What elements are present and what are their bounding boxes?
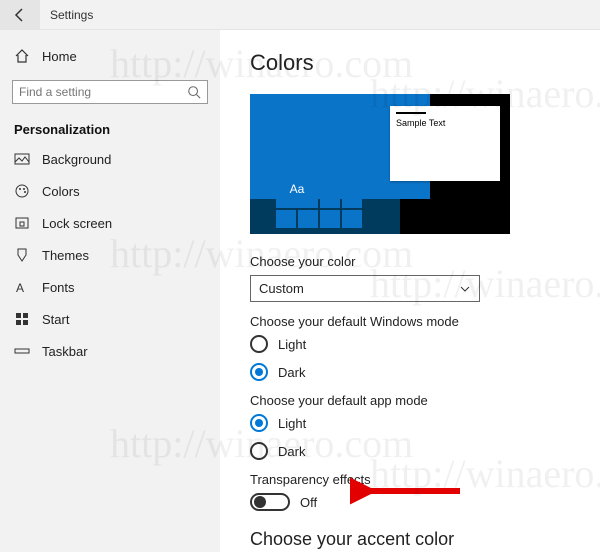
choose-color-label: Choose your color [250, 254, 570, 269]
start-icon [14, 311, 30, 327]
transparency-toggle[interactable] [250, 493, 290, 511]
content-pane: Colors Aa Sample Text Choose your color … [220, 30, 600, 552]
app-mode-label: Choose your default app mode [250, 393, 570, 408]
preview-aa-tile: Aa [276, 170, 318, 208]
svg-text:A: A [16, 281, 24, 295]
palette-icon [14, 183, 30, 199]
sidebar-item-label: Background [42, 152, 111, 167]
sidebar-item-taskbar[interactable]: Taskbar [0, 335, 220, 367]
sidebar-item-lockscreen[interactable]: Lock screen [0, 207, 220, 239]
sidebar-section-title: Personalization [0, 112, 220, 143]
page-heading: Colors [250, 50, 570, 76]
search-input[interactable] [19, 85, 179, 99]
sidebar-item-label: Lock screen [42, 216, 112, 231]
sidebar-home-label: Home [42, 49, 77, 64]
sidebar-item-label: Start [42, 312, 69, 327]
window-title: Settings [40, 8, 93, 22]
search-icon [187, 85, 201, 99]
radio-icon [250, 363, 268, 381]
preview-sample-window: Sample Text [390, 106, 500, 181]
taskbar-icon [14, 343, 30, 359]
back-arrow-icon [12, 7, 28, 23]
sidebar: Home Personalization Background Colors L… [0, 30, 220, 552]
transparency-label: Transparency effects [250, 472, 570, 487]
sidebar-item-colors[interactable]: Colors [0, 175, 220, 207]
sidebar-item-label: Fonts [42, 280, 75, 295]
sidebar-item-label: Taskbar [42, 344, 88, 359]
sidebar-item-themes[interactable]: Themes [0, 239, 220, 271]
sidebar-home[interactable]: Home [0, 40, 220, 72]
radio-label: Light [278, 416, 306, 431]
choose-color-dropdown[interactable]: Custom [250, 275, 480, 302]
search-box[interactable] [12, 80, 208, 104]
sidebar-item-background[interactable]: Background [0, 143, 220, 175]
radio-label: Dark [278, 365, 305, 380]
chevron-down-icon [459, 283, 471, 295]
sidebar-item-label: Colors [42, 184, 80, 199]
radio-icon [250, 414, 268, 432]
accent-heading: Choose your accent color [250, 529, 570, 550]
radio-label: Light [278, 337, 306, 352]
home-icon [14, 48, 30, 64]
radio-icon [250, 442, 268, 460]
windows-mode-label: Choose your default Windows mode [250, 314, 570, 329]
themes-icon [14, 247, 30, 263]
sidebar-item-fonts[interactable]: A Fonts [0, 271, 220, 303]
color-preview: Aa Sample Text [250, 94, 510, 234]
app-mode-dark[interactable]: Dark [250, 442, 570, 460]
sidebar-item-label: Themes [42, 248, 89, 263]
app-mode-light[interactable]: Light [250, 414, 570, 432]
preview-sample-text: Sample Text [396, 118, 445, 128]
toggle-knob-icon [254, 496, 266, 508]
fonts-icon: A [14, 279, 30, 295]
radio-icon [250, 335, 268, 353]
app-mode-group: Light Dark [250, 414, 570, 460]
picture-icon [14, 151, 30, 167]
sidebar-item-start[interactable]: Start [0, 303, 220, 335]
choose-color-value: Custom [259, 281, 304, 296]
windows-mode-group: Light Dark [250, 335, 570, 381]
windows-mode-light[interactable]: Light [250, 335, 570, 353]
transparency-value: Off [300, 495, 317, 510]
titlebar: Settings [0, 0, 600, 30]
lock-screen-icon [14, 215, 30, 231]
back-button[interactable] [0, 0, 40, 30]
windows-mode-dark[interactable]: Dark [250, 363, 570, 381]
radio-label: Dark [278, 444, 305, 459]
